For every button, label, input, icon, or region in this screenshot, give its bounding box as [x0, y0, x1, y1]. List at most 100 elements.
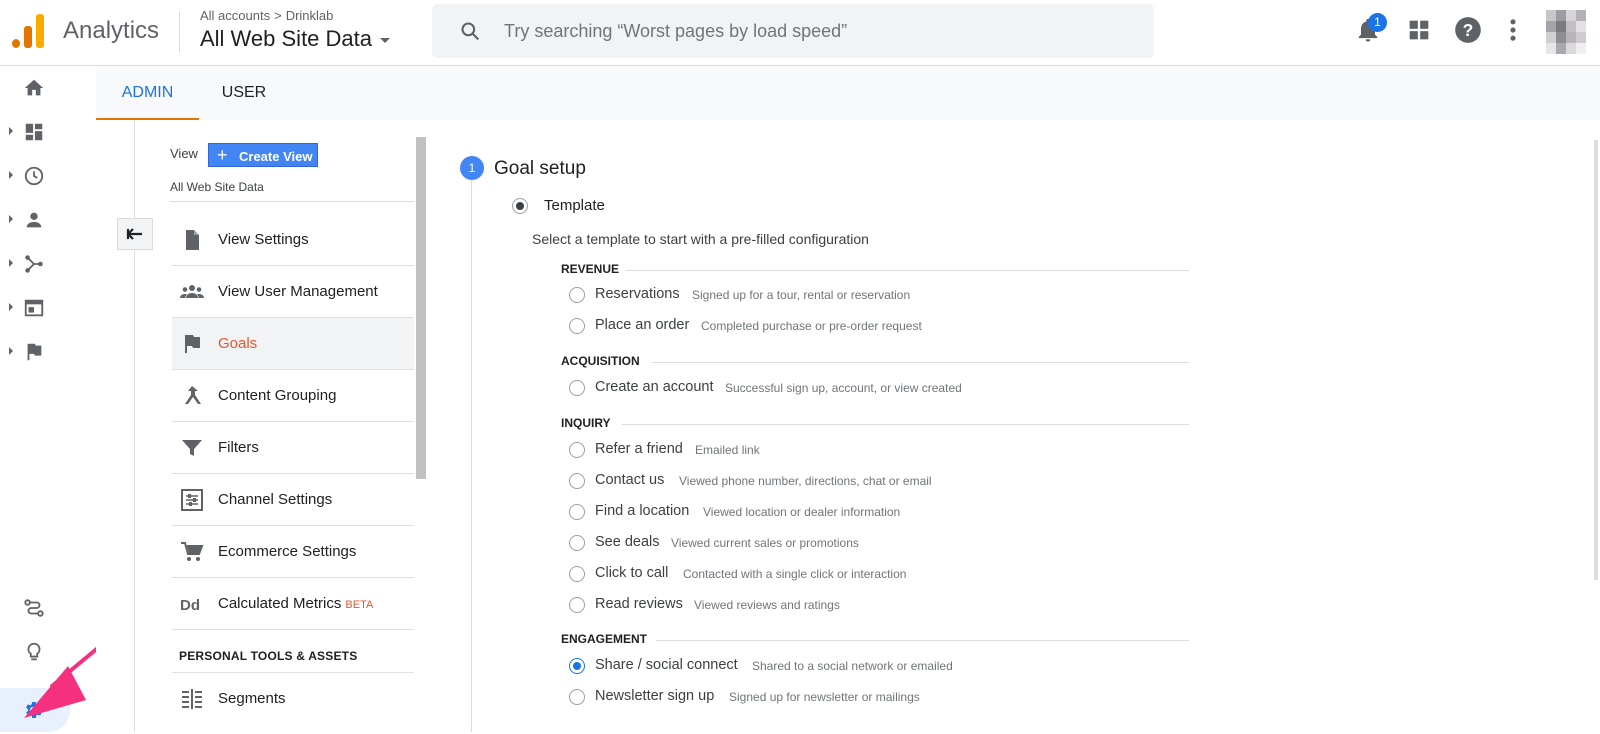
- option-name[interactable]: Find a location: [595, 503, 689, 519]
- radio-refer-a-friend[interactable]: [569, 442, 585, 458]
- expand-arrow-icon[interactable]: [9, 215, 13, 223]
- menu-item-label: Content Grouping: [218, 387, 337, 404]
- radio-reservations[interactable]: [569, 287, 585, 303]
- radio-find-a-location[interactable]: [569, 504, 585, 520]
- menu-item-goals[interactable]: Goals: [172, 318, 414, 370]
- behavior-icon[interactable]: [23, 297, 45, 319]
- category-divider: [626, 270, 1189, 271]
- radio-click-to-call[interactable]: [569, 566, 585, 582]
- breadcrumb[interactable]: All accounts > Drinklab: [200, 8, 333, 23]
- menu-item-calculated-metrics[interactable]: Dd Calculated Metrics BETA: [172, 578, 414, 630]
- option-desc: Completed purchase or pre-order request: [701, 319, 922, 333]
- template-description: Select a template to start with a pre-fi…: [532, 231, 869, 247]
- category-divider: [652, 362, 1189, 363]
- rail-conversions[interactable]: [0, 330, 96, 374]
- segments-icon: [182, 689, 202, 709]
- plus-icon: +: [217, 145, 228, 165]
- apps-grid-icon[interactable]: [1405, 16, 1433, 44]
- radio-contact-us[interactable]: [569, 473, 585, 489]
- more-vert-icon[interactable]: [1499, 16, 1527, 44]
- menu-item-filters[interactable]: Filters: [172, 422, 414, 474]
- rail-home[interactable]: [0, 66, 96, 110]
- option-name[interactable]: See deals: [595, 534, 660, 550]
- breadcrumb-account[interactable]: Drinklab: [286, 8, 334, 23]
- category-heading: INQUIRY: [561, 416, 611, 430]
- menu-item-content-grouping[interactable]: Content Grouping: [172, 370, 414, 422]
- view-name[interactable]: All Web Site Data: [170, 180, 264, 194]
- option-name[interactable]: Newsletter sign up: [595, 688, 714, 704]
- home-icon[interactable]: [23, 77, 45, 99]
- option-desc: Contacted with a single click or interac…: [683, 567, 907, 581]
- option-name[interactable]: Contact us: [595, 472, 664, 488]
- option-name[interactable]: Click to call: [595, 565, 668, 581]
- radio-share-social-connect[interactable]: [569, 658, 585, 674]
- breadcrumb-separator: >: [274, 8, 282, 23]
- step-line: [471, 180, 472, 732]
- radio-newsletter-sign-up[interactable]: [569, 689, 585, 705]
- option-desc: Viewed location or dealer information: [703, 505, 901, 519]
- option-name[interactable]: Read reviews: [595, 596, 683, 612]
- search-icon[interactable]: [460, 21, 480, 41]
- rail-audience[interactable]: [0, 198, 96, 242]
- avatar[interactable]: [1546, 10, 1586, 54]
- back-button[interactable]: [117, 218, 153, 250]
- rail-behavior[interactable]: [0, 286, 96, 330]
- expand-arrow-icon[interactable]: [9, 171, 13, 179]
- search-bar[interactable]: [432, 4, 1154, 58]
- flag-icon[interactable]: [23, 341, 45, 363]
- rail-acquisition[interactable]: [0, 242, 96, 286]
- flag-icon: [185, 335, 200, 353]
- option-name[interactable]: Create an account: [595, 379, 714, 395]
- clock-icon[interactable]: [23, 165, 45, 187]
- step-number: 1: [460, 156, 484, 180]
- menu-item-label: Goals: [218, 335, 258, 352]
- back-arrow-icon[interactable]: [126, 226, 144, 242]
- radio-place-an-order[interactable]: [569, 318, 585, 334]
- option-name[interactable]: Place an order: [595, 317, 689, 333]
- expand-arrow-icon[interactable]: [9, 259, 13, 267]
- expand-arrow-icon[interactable]: [9, 303, 13, 311]
- property-selector[interactable]: All Web Site Data: [200, 26, 391, 52]
- menu-item-label: Segments: [218, 690, 286, 707]
- expand-arrow-icon[interactable]: [9, 127, 13, 135]
- breadcrumb-account-label[interactable]: All accounts: [200, 8, 270, 23]
- radio-see-deals[interactable]: [569, 535, 585, 551]
- analytics-logo-icon[interactable]: [12, 14, 44, 48]
- create-view-button[interactable]: + Create View: [208, 143, 318, 167]
- property-name[interactable]: All Web Site Data: [200, 26, 372, 51]
- template-label[interactable]: Template: [544, 197, 605, 214]
- help-icon[interactable]: ?: [1454, 16, 1482, 44]
- admin-panel: View + Create View All Web Site Data Vie…: [96, 120, 1600, 732]
- view-label: View: [170, 146, 198, 161]
- option-name[interactable]: Refer a friend: [595, 441, 683, 457]
- radio-create-an-account[interactable]: [569, 380, 585, 396]
- tab-user[interactable]: USER: [199, 66, 289, 120]
- chevron-down-icon[interactable]: [380, 37, 391, 43]
- menu-item-view-settings[interactable]: View Settings: [172, 214, 414, 266]
- top-bar: Analytics All accounts > Drinklab All Web …: [0, 0, 1600, 66]
- option-name[interactable]: Share / social connect: [595, 657, 738, 673]
- category-heading: ENGAGEMENT: [561, 632, 648, 646]
- menu-item-view-user-management[interactable]: View User Management: [172, 266, 414, 318]
- category-divider: [622, 424, 1189, 425]
- svg-text:Dd: Dd: [180, 597, 200, 614]
- expand-arrow-icon[interactable]: [9, 347, 13, 355]
- acquisition-icon[interactable]: [23, 253, 45, 275]
- tab-admin[interactable]: ADMIN: [96, 66, 199, 120]
- search-input[interactable]: [504, 4, 1124, 58]
- people-icon: [180, 285, 204, 298]
- person-icon[interactable]: [23, 209, 45, 231]
- radio-read-reviews[interactable]: [569, 597, 585, 613]
- menu-item-channel-settings[interactable]: Channel Settings: [172, 474, 414, 526]
- scrollbar[interactable]: [416, 137, 426, 479]
- dashboard-icon[interactable]: [23, 121, 45, 143]
- scrollbar[interactable]: [1594, 140, 1598, 580]
- menu-item-segments[interactable]: Segments: [172, 672, 414, 724]
- left-nav-rail: [0, 66, 136, 732]
- template-radio[interactable]: [512, 198, 528, 214]
- rail-dashboards[interactable]: [0, 110, 96, 154]
- menu-item-ecommerce-settings[interactable]: Ecommerce Settings: [172, 526, 414, 578]
- document-icon: [186, 230, 199, 250]
- rail-realtime[interactable]: [0, 154, 96, 198]
- option-name[interactable]: Reservations: [595, 286, 680, 302]
